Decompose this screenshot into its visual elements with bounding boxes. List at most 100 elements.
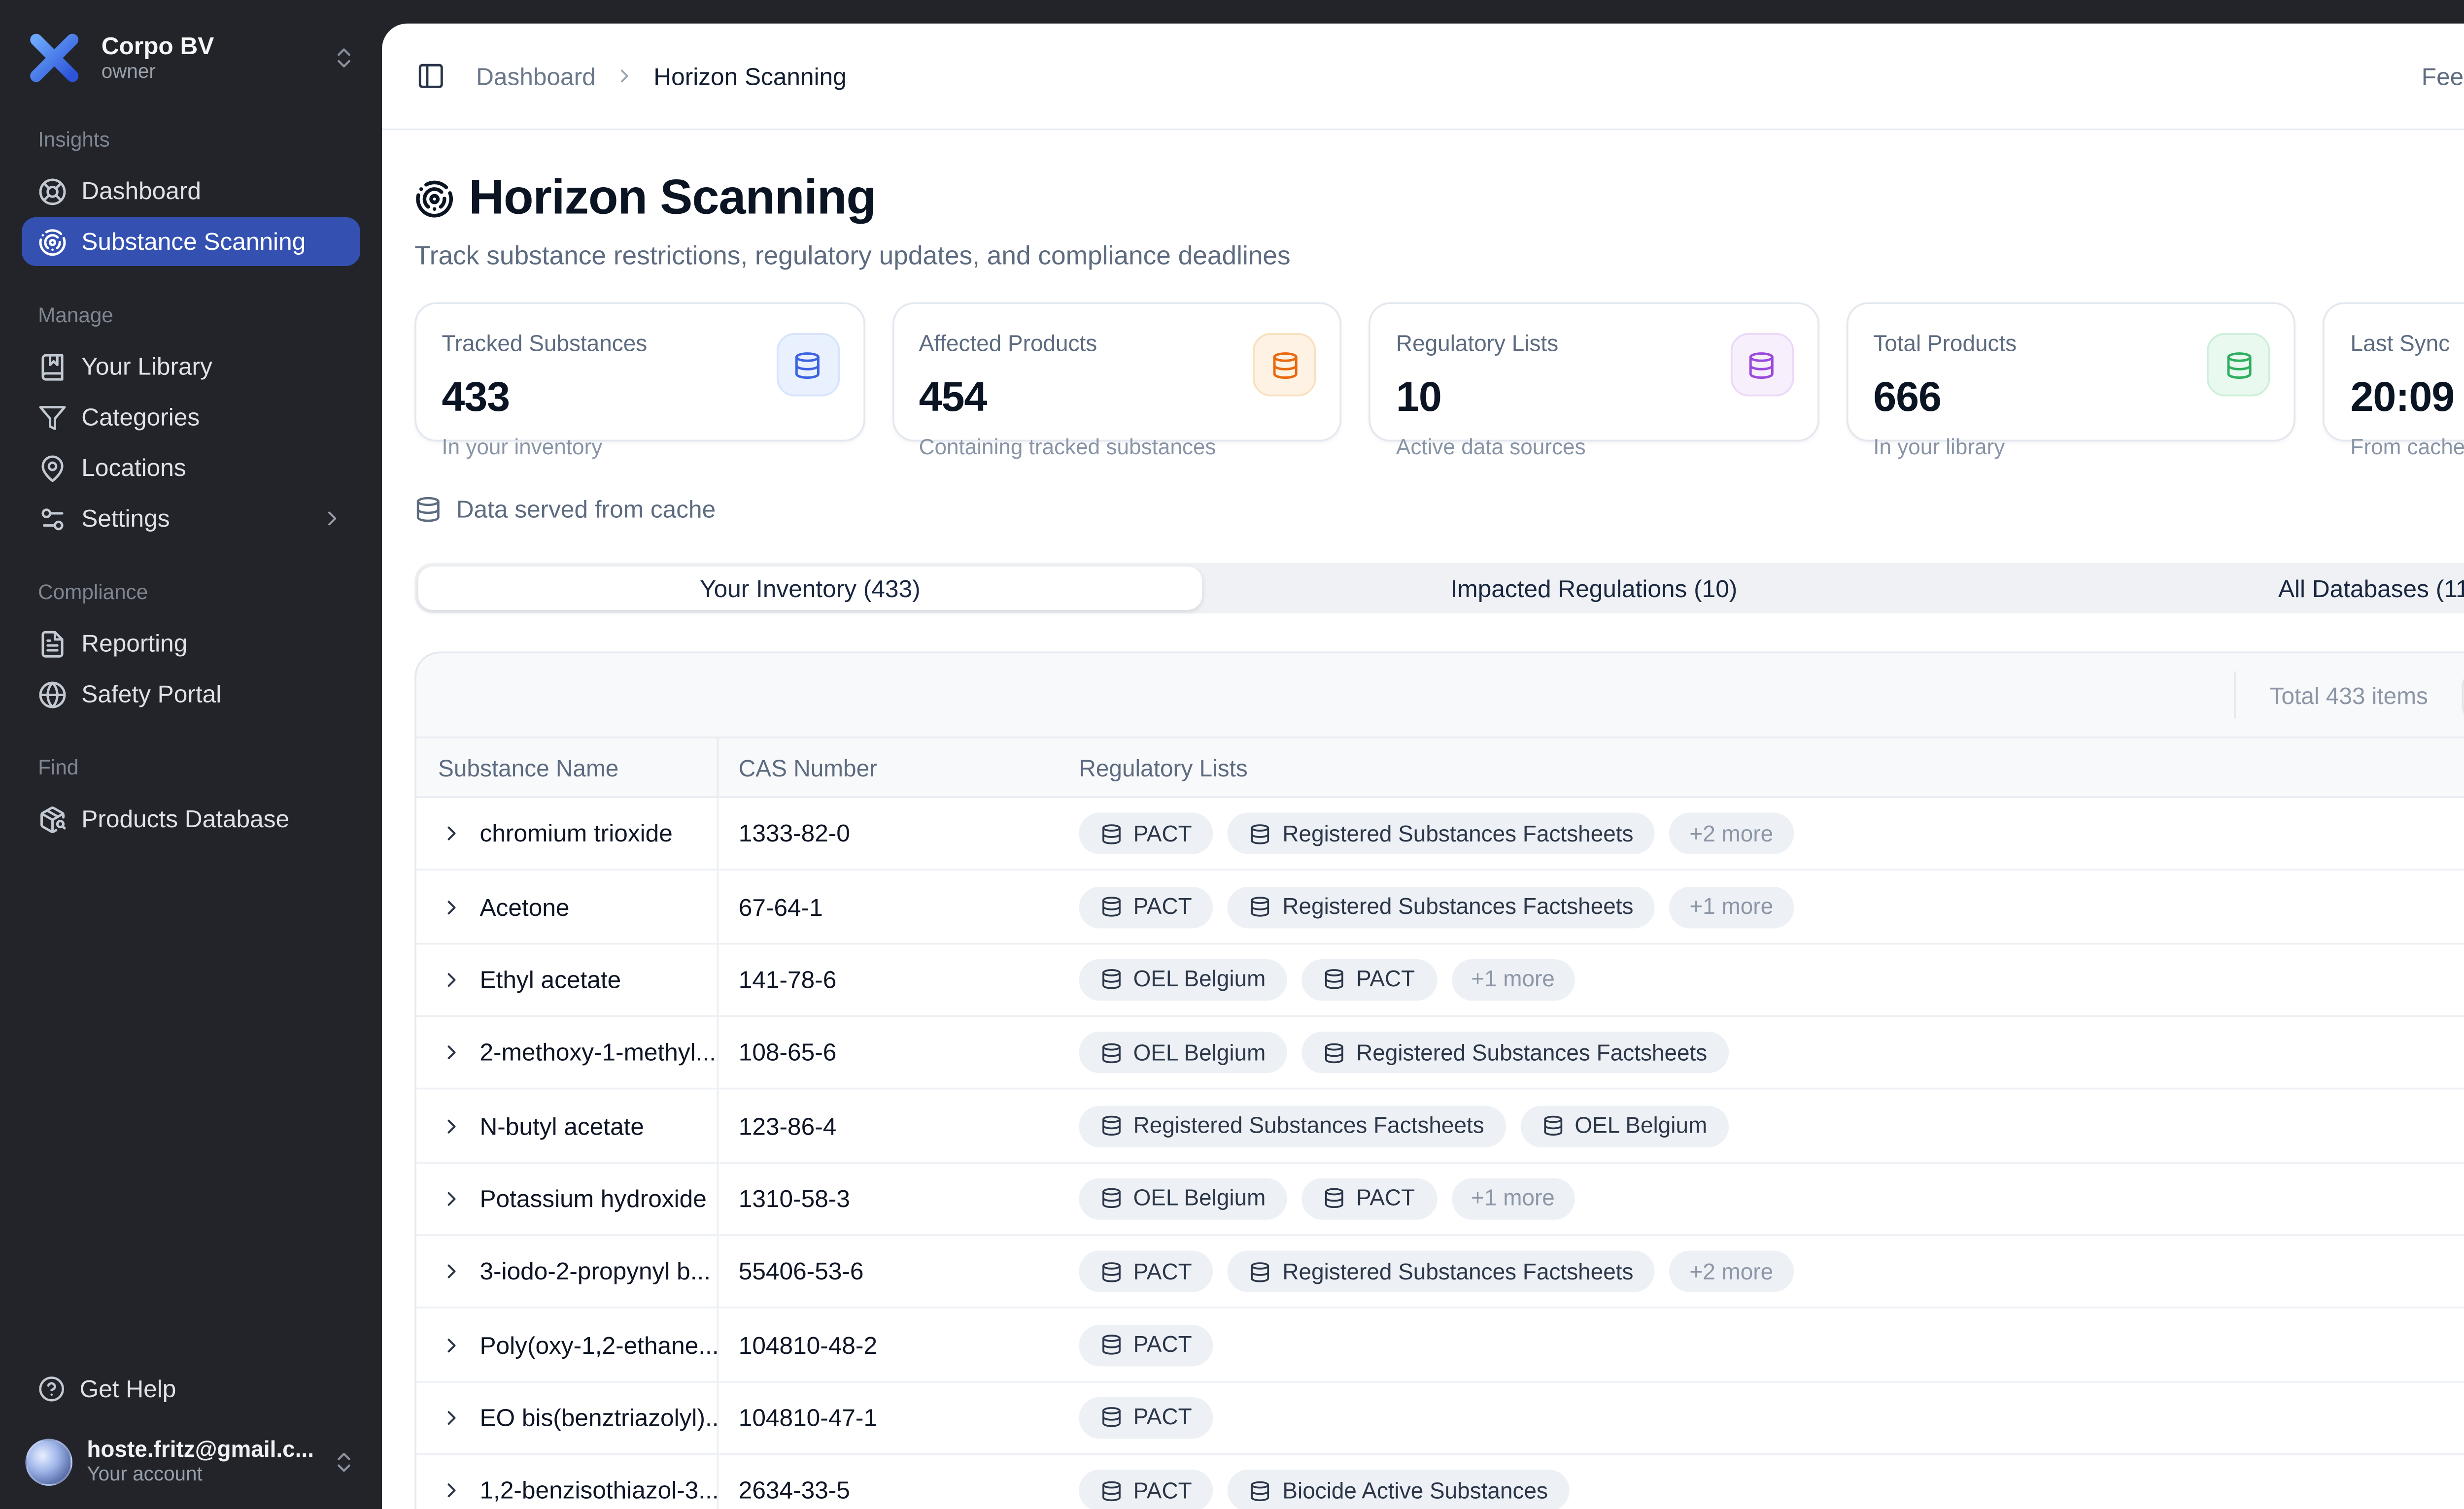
database-icon: [1542, 1115, 1564, 1137]
regulatory-lists-cell: Registered Substances FactsheetsOEL Belg…: [1062, 1105, 2464, 1146]
table-row[interactable]: Poly(oxy-1,2-ethane...104810-48-2PACT1: [416, 1309, 2464, 1382]
substance-name: chromium trioxide: [479, 820, 672, 847]
table-row[interactable]: N-butyl acetate123-86-4Registered Substa…: [416, 1090, 2464, 1163]
chevron-right-icon[interactable]: [440, 1479, 464, 1503]
table-row[interactable]: Acetone67-64-1PACTRegistered Substances …: [416, 871, 2464, 944]
sidebar-item-products-database[interactable]: Products Database: [22, 795, 360, 843]
more-lists-badge[interactable]: +2 more: [1670, 1251, 1793, 1292]
badge-label: PACT: [1133, 821, 1192, 846]
substances-table-card: Total 433 items Sort View Substance Name…: [414, 651, 2464, 1509]
chevron-right-icon[interactable]: [440, 1041, 464, 1065]
badge-label: PACT: [1133, 1405, 1192, 1430]
regulatory-list-badge: PACT: [1302, 1178, 1437, 1219]
company-logo-icon: [25, 29, 83, 87]
unfold-icon: [331, 45, 356, 70]
chevron-right-icon[interactable]: [440, 822, 464, 845]
chevron-right-icon[interactable]: [440, 1333, 464, 1357]
breadcrumb: Dashboard Horizon Scanning: [476, 63, 847, 90]
tab-all-databases-11-[interactable]: All Databases (11): [1986, 567, 2464, 610]
column-header-cas-number: CAS Number: [719, 754, 1062, 781]
book-icon: [38, 352, 67, 381]
table-row[interactable]: Ethyl acetate141-78-6OEL BelgiumPACT+1 m…: [416, 944, 2464, 1017]
table-row[interactable]: 3-iodo-2-propynyl b...55406-53-6PACTRegi…: [416, 1236, 2464, 1309]
stat-card-affected-products: Affected Products454Containing tracked s…: [892, 302, 1342, 441]
sidebar-item-label: Locations: [81, 454, 344, 481]
sidebar-item-substance-scanning[interactable]: Substance Scanning: [22, 217, 360, 266]
regulatory-lists-cell: PACTRegistered Substances Factsheets+2 m…: [1062, 1251, 2464, 1292]
cas-number-cell: 67-64-1: [719, 893, 1062, 920]
regulatory-lists-cell: OEL BelgiumPACT+1 more: [1062, 959, 2464, 1000]
regulatory-list-badge: Registered Substances Factsheets: [1228, 813, 1655, 854]
database-icon: [414, 496, 442, 523]
table-row[interactable]: EO bis(benztriazolyl)...104810-47-1PACT1: [416, 1382, 2464, 1455]
sidebar-item-your-library[interactable]: Your Library: [22, 342, 360, 391]
regulatory-lists-cell: OEL Belgium PACT +1 more: [1062, 1178, 2464, 1219]
stat-label: Regulatory Lists: [1396, 331, 1558, 356]
sidebar-item-label: Substance Scanning: [81, 228, 344, 255]
chevron-right-icon[interactable]: [440, 1260, 464, 1284]
badge-label: PACT: [1133, 1259, 1192, 1284]
orange-icon-chip: [1253, 333, 1317, 397]
sidebar-item-locations[interactable]: Locations: [22, 443, 360, 492]
stat-value: 20:09: [2351, 373, 2464, 422]
regulatory-lists-cell: PACT: [1062, 1397, 2464, 1439]
sliders-icon: [38, 504, 67, 533]
badge-label: Biocide Active Substances: [1282, 1478, 1548, 1503]
regulatory-list-badge: Registered Substances Factsheets: [1302, 1032, 1729, 1073]
org-switcher[interactable]: Corpo BV owner: [22, 25, 360, 90]
breadcrumb-dashboard[interactable]: Dashboard: [476, 63, 596, 90]
sidebar-item-safety-portal[interactable]: Safety Portal: [22, 670, 360, 718]
database-icon: [1250, 823, 1271, 844]
green-icon-chip: [2207, 333, 2271, 397]
table-row[interactable]: chromium trioxide1333-82-0PACTRegistered…: [416, 798, 2464, 871]
chevron-right-icon[interactable]: [440, 1406, 464, 1430]
more-lists-badge[interactable]: +1 more: [1451, 959, 1575, 1000]
org-role: owner: [102, 61, 313, 84]
substance-name-cell: 1,2-benzisothiazol-3...: [416, 1455, 719, 1509]
get-help-button[interactable]: Get Help: [22, 1365, 360, 1412]
regulatory-list-badge: OEL Belgium: [1079, 1032, 1287, 1073]
substance-name-cell: 2-methoxy-1-methyl...: [416, 1017, 719, 1089]
substance-name-cell: Ethyl acetate: [416, 944, 719, 1015]
database-icon: [2224, 350, 2254, 379]
sidebar-item-reporting[interactable]: Reporting: [22, 619, 360, 668]
sidebar-section-label: Insights: [38, 130, 344, 152]
more-lists-badge[interactable]: +2 more: [1670, 813, 1793, 854]
user-account-button[interactable]: hoste.fritz@gmail.c... Your account: [22, 1437, 360, 1488]
regulatory-list-badge: PACT: [1079, 1397, 1213, 1439]
chevron-right-icon[interactable]: [440, 895, 464, 919]
chevron-right-icon[interactable]: [440, 1114, 464, 1138]
feedback-button[interactable]: Feedback: [2422, 63, 2464, 90]
unfold-icon: [331, 1449, 356, 1475]
cas-number-cell: 55406-53-6: [719, 1258, 1062, 1285]
chevron-right-icon[interactable]: [440, 968, 464, 992]
sidebar-item-settings[interactable]: Settings: [22, 494, 360, 543]
more-lists-badge[interactable]: +1 more: [1451, 1178, 1575, 1219]
sidebar-toggle-button[interactable]: [404, 49, 458, 103]
sidebar-item-dashboard[interactable]: Dashboard: [22, 167, 360, 215]
sidebar-nav: InsightsDashboardSubstance ScanningManag…: [22, 91, 360, 845]
regulatory-list-badge: Biocide Active Substances: [1228, 1470, 1570, 1509]
sidebar-item-label: Products Database: [81, 805, 344, 833]
substance-name: EO bis(benztriazolyl)...: [479, 1404, 717, 1431]
more-lists-badge[interactable]: +1 more: [1670, 886, 1793, 927]
sidebar-item-categories[interactable]: Categories: [22, 393, 360, 441]
org-name: Corpo BV: [102, 32, 313, 61]
regulatory-list-badge: OEL Belgium: [1079, 1178, 1287, 1219]
chevron-right-icon[interactable]: [440, 1187, 464, 1210]
database-icon: [1250, 896, 1271, 917]
topbar: Dashboard Horizon Scanning Feedback F EN: [382, 24, 2464, 131]
panel-left-icon: [416, 62, 445, 91]
substance-name: N-butyl acetate: [479, 1112, 644, 1140]
table-row[interactable]: 1,2-benzisothiazol-3...2634-33-5PACTBioc…: [416, 1455, 2464, 1509]
tab-impacted-regulations-10-[interactable]: Impacted Regulations (10): [1202, 567, 1986, 610]
stat-cards: Tracked Substances433In your inventoryAf…: [414, 302, 2464, 441]
regulatory-lists-cell: PACTBiocide Active Substances: [1062, 1470, 2464, 1509]
table-row[interactable]: Potassium hydroxide1310-58-3OEL BelgiumP…: [416, 1163, 2464, 1236]
substance-name: 2-methoxy-1-methyl...: [479, 1039, 716, 1066]
sidebar-section-label: Compliance: [38, 583, 344, 604]
tab-your-inventory-433-[interactable]: Your Inventory (433): [418, 567, 1202, 610]
table-row[interactable]: 2-methoxy-1-methyl...108-65-6OEL Belgium…: [416, 1017, 2464, 1090]
substance-name: Poly(oxy-1,2-ethane...: [479, 1331, 717, 1358]
badge-label: OEL Belgium: [1574, 1113, 1707, 1138]
